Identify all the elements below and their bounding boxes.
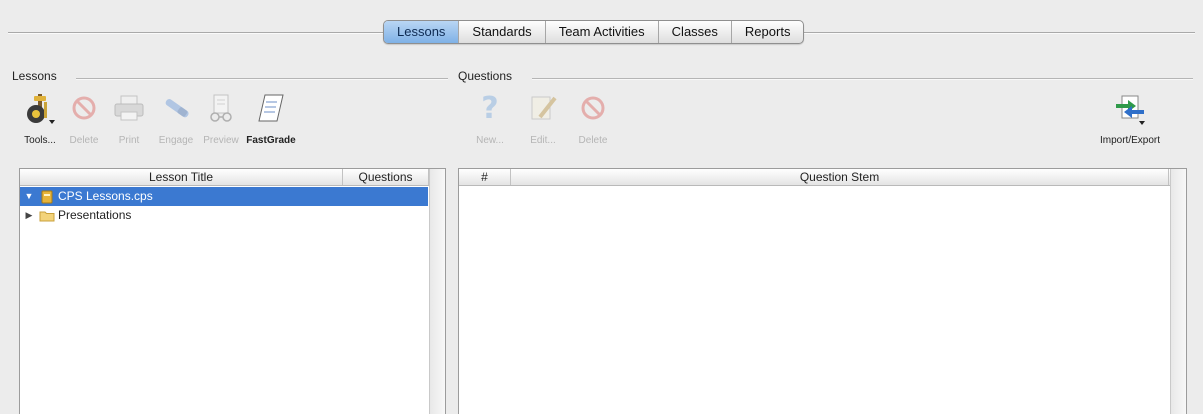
- tools-icon: [22, 90, 58, 126]
- tab-classes[interactable]: Classes: [659, 21, 732, 43]
- engage-button[interactable]: Engage: [154, 90, 198, 146]
- import-export-toolbar: Import/Export: [1080, 90, 1180, 146]
- question-mark-icon: ?: [472, 90, 508, 126]
- fastgrade-label: FastGrade: [246, 135, 296, 146]
- lessons-section-title: Lessons: [12, 69, 57, 83]
- lessons-section-rule: [76, 78, 448, 80]
- questions-section-rule: [532, 78, 1193, 80]
- question-delete-label: Delete: [578, 135, 608, 146]
- lesson-delete-button[interactable]: Delete: [64, 90, 104, 146]
- edit-question-label: Edit...: [530, 135, 556, 146]
- questions-toolbar: ? New... Edit... Delete: [462, 90, 618, 146]
- tab-reports[interactable]: Reports: [732, 21, 804, 43]
- column-header-question-stem[interactable]: Question Stem: [511, 169, 1169, 185]
- questions-section-title: Questions: [458, 69, 513, 83]
- tab-lessons[interactable]: Lessons: [384, 21, 460, 43]
- engage-label: Engage: [158, 135, 194, 146]
- svg-text:?: ?: [481, 92, 498, 124]
- tree-item-cps-lessons[interactable]: ▼ CPS Lessons.cps: [20, 187, 428, 206]
- delete-icon: [575, 90, 611, 126]
- lessons-list-header: Lesson Title Questions: [20, 169, 445, 186]
- print-label: Print: [118, 135, 140, 146]
- fastgrade-icon: [253, 90, 289, 126]
- new-question-label: New...: [476, 135, 504, 146]
- disclosure-expanded-icon[interactable]: ▼: [24, 187, 34, 206]
- tools-label: Tools...: [24, 135, 56, 146]
- column-header-number[interactable]: #: [459, 169, 511, 185]
- lesson-delete-label: Delete: [69, 135, 99, 146]
- engage-icon: [158, 90, 194, 126]
- column-header-lesson-title[interactable]: Lesson Title: [20, 169, 343, 185]
- import-export-icon: [1112, 90, 1148, 126]
- folder-icon: [38, 209, 55, 223]
- lessons-list[interactable]: Lesson Title Questions ▼ CPS Lessons.cps…: [19, 168, 446, 414]
- cps-main-window: Lessons Standards Team Activities Classe…: [0, 0, 1203, 414]
- preview-icon: [203, 90, 239, 126]
- delete-icon: [66, 90, 102, 126]
- main-tab-bar: Lessons Standards Team Activities Classe…: [383, 20, 805, 44]
- tree-item-label: Presentations: [58, 208, 132, 222]
- new-question-button[interactable]: ? New...: [462, 90, 518, 146]
- printer-icon: [111, 90, 147, 126]
- tab-standards[interactable]: Standards: [459, 21, 546, 43]
- import-export-label: Import/Export: [1099, 135, 1161, 146]
- print-button[interactable]: Print: [104, 90, 154, 146]
- questions-scrollbar[interactable]: [1170, 169, 1186, 414]
- question-delete-button[interactable]: Delete: [568, 90, 618, 146]
- tools-button[interactable]: Tools...: [16, 90, 64, 146]
- lessons-toolbar: Tools... Delete Print Engage Preview Fas…: [16, 90, 298, 146]
- disclosure-collapsed-icon[interactable]: ▶: [24, 206, 34, 225]
- tab-team-activities[interactable]: Team Activities: [546, 21, 659, 43]
- preview-label: Preview: [203, 135, 239, 146]
- preview-button[interactable]: Preview: [198, 90, 244, 146]
- lessons-tree: ▼ CPS Lessons.cps ▶ Presentations: [20, 187, 428, 225]
- import-export-button[interactable]: Import/Export: [1080, 90, 1180, 146]
- questions-list[interactable]: # Question Stem: [458, 168, 1187, 414]
- questions-list-header: # Question Stem: [459, 169, 1186, 186]
- column-header-questions[interactable]: Questions: [343, 169, 429, 185]
- edit-question-button[interactable]: Edit...: [518, 90, 568, 146]
- lessons-scrollbar[interactable]: [429, 169, 445, 414]
- fastgrade-button[interactable]: FastGrade: [244, 90, 298, 146]
- lesson-file-icon: [38, 190, 55, 204]
- edit-icon: [525, 90, 561, 126]
- tree-item-presentations[interactable]: ▶ Presentations: [20, 206, 428, 225]
- tree-item-label: CPS Lessons.cps: [58, 189, 153, 203]
